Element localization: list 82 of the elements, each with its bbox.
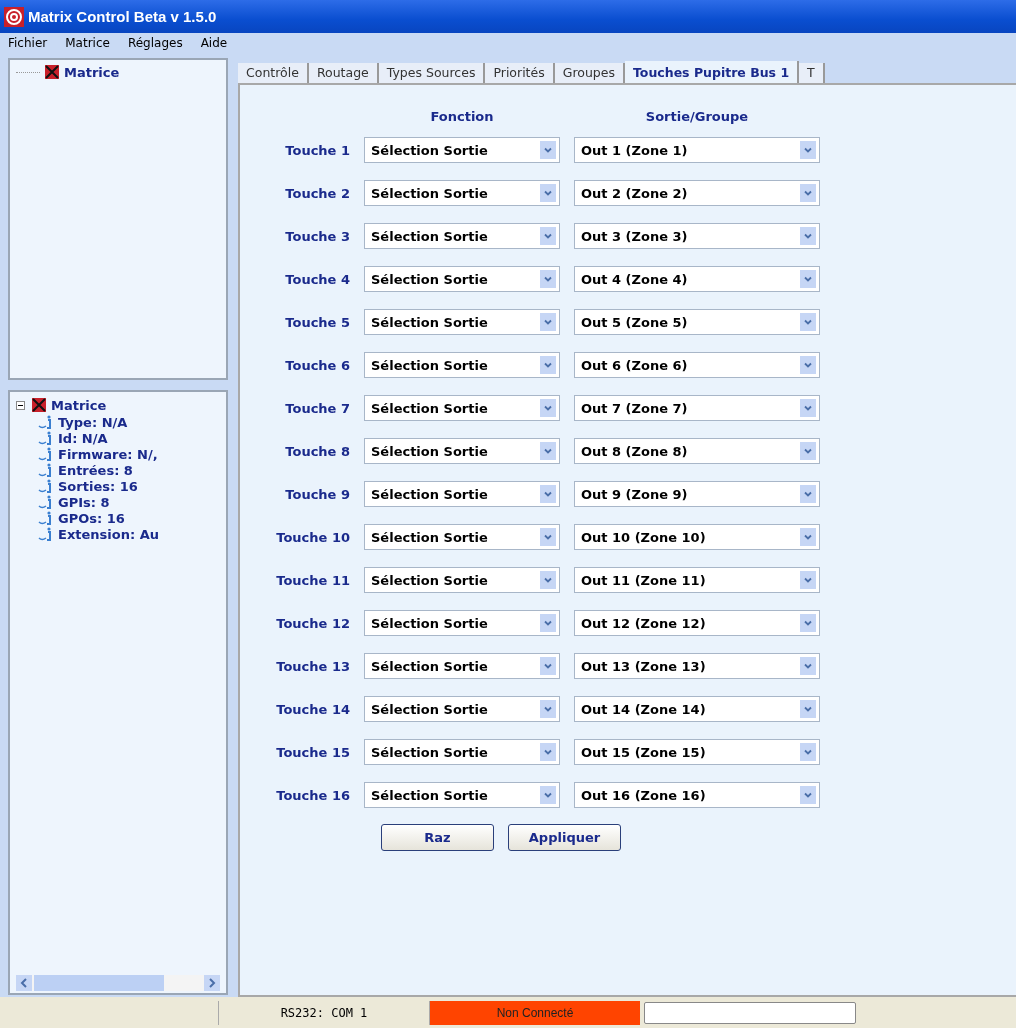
output-dropdown[interactable]: Out 8 (Zone 8) bbox=[574, 438, 820, 464]
action-button[interactable]: Appliquer bbox=[508, 824, 621, 851]
scroll-left-icon[interactable] bbox=[16, 975, 32, 991]
function-dropdown[interactable]: Sélection Sortie bbox=[364, 653, 560, 679]
tab[interactable]: Priorités bbox=[485, 63, 555, 83]
key-label: Touche 11 bbox=[275, 572, 350, 588]
output-dropdown[interactable]: Out 2 (Zone 2) bbox=[574, 180, 820, 206]
key-label: Touche 9 bbox=[284, 486, 350, 502]
function-dropdown[interactable]: Sélection Sortie bbox=[364, 266, 560, 292]
key-label: Touche 16 bbox=[275, 787, 350, 803]
function-dropdown[interactable]: Sélection Sortie bbox=[364, 223, 560, 249]
function-dropdown[interactable]: Sélection Sortie bbox=[364, 438, 560, 464]
key-label: Touche 3 bbox=[284, 228, 350, 244]
key-label: Touche 2 bbox=[284, 185, 350, 201]
function-dropdown[interactable]: Sélection Sortie bbox=[364, 352, 560, 378]
key-label: Touche 4 bbox=[284, 271, 350, 287]
tree-item[interactable]: Id: N/A bbox=[58, 430, 108, 446]
tab[interactable]: T bbox=[799, 63, 825, 83]
key-label: Touche 15 bbox=[275, 744, 350, 760]
menu-item[interactable]: Réglages bbox=[127, 36, 183, 50]
output-dropdown[interactable]: Out 5 (Zone 5) bbox=[574, 309, 820, 335]
key-label: Touche 13 bbox=[275, 658, 350, 674]
key-label: Touche 6 bbox=[284, 357, 350, 373]
key-label: Touche 14 bbox=[275, 701, 350, 717]
function-dropdown[interactable]: Sélection Sortie bbox=[364, 739, 560, 765]
horizontal-scrollbar[interactable] bbox=[16, 975, 220, 991]
action-button[interactable]: Raz bbox=[381, 824, 494, 851]
function-dropdown[interactable]: Sélection Sortie bbox=[364, 610, 560, 636]
function-dropdown[interactable]: Sélection Sortie bbox=[364, 309, 560, 335]
scroll-right-icon[interactable] bbox=[204, 975, 220, 991]
collapse-icon[interactable] bbox=[16, 400, 25, 410]
tree-item[interactable]: Firmware: N/, bbox=[58, 446, 158, 462]
output-dropdown[interactable]: Out 16 (Zone 16) bbox=[574, 782, 820, 808]
function-dropdown[interactable]: Sélection Sortie bbox=[364, 524, 560, 550]
tree-item[interactable]: Extension: Au bbox=[58, 526, 159, 542]
output-dropdown[interactable]: Out 10 (Zone 10) bbox=[574, 524, 820, 550]
tab[interactable]: Contrôle bbox=[238, 63, 309, 83]
crossed-device-icon bbox=[31, 397, 47, 413]
tree-item[interactable]: Sorties: 16 bbox=[58, 478, 138, 494]
key-label: Touche 5 bbox=[284, 314, 350, 330]
output-dropdown[interactable]: Out 3 (Zone 3) bbox=[574, 223, 820, 249]
key-label: Touche 10 bbox=[275, 529, 350, 545]
output-dropdown[interactable]: Out 4 (Zone 4) bbox=[574, 266, 820, 292]
menu-item[interactable]: Aide bbox=[200, 36, 228, 50]
key-label: Touche 7 bbox=[284, 400, 350, 416]
app-logo-icon bbox=[4, 6, 24, 27]
output-dropdown[interactable]: Out 9 (Zone 9) bbox=[574, 481, 820, 507]
column-header: Sortie/Groupe bbox=[644, 109, 750, 124]
tree-item[interactable]: GPIs: 8 bbox=[58, 494, 110, 510]
tree-item[interactable]: Type: N/A bbox=[58, 414, 128, 430]
output-dropdown[interactable]: Out 7 (Zone 7) bbox=[574, 395, 820, 421]
output-dropdown[interactable]: Out 6 (Zone 6) bbox=[574, 352, 820, 378]
function-dropdown[interactable]: Sélection Sortie bbox=[364, 137, 560, 163]
function-dropdown[interactable]: Sélection Sortie bbox=[364, 395, 560, 421]
tree-item[interactable]: Matrice bbox=[64, 64, 120, 80]
column-header: Fonction bbox=[429, 109, 495, 124]
function-dropdown[interactable]: Sélection Sortie bbox=[364, 696, 560, 722]
output-dropdown[interactable]: Out 13 (Zone 13) bbox=[574, 653, 820, 679]
key-label: Touche 1 bbox=[284, 142, 350, 158]
crossed-device-icon bbox=[44, 64, 60, 80]
output-dropdown[interactable]: Out 14 (Zone 14) bbox=[574, 696, 820, 722]
key-label: Touche 12 bbox=[275, 615, 350, 631]
tree-item[interactable]: Entrées: 8 bbox=[58, 462, 133, 478]
menu-item[interactable]: Fichier bbox=[8, 36, 48, 50]
tab[interactable]: Groupes bbox=[554, 63, 625, 83]
function-dropdown[interactable]: Sélection Sortie bbox=[364, 782, 560, 808]
connection-status: Non Connecté bbox=[430, 1000, 640, 1025]
tab[interactable]: Routage bbox=[308, 63, 379, 83]
output-dropdown[interactable]: Out 1 (Zone 1) bbox=[574, 137, 820, 163]
tree-item[interactable]: Matrice bbox=[51, 397, 107, 413]
function-dropdown[interactable]: Sélection Sortie bbox=[364, 481, 560, 507]
output-dropdown[interactable]: Out 12 (Zone 12) bbox=[574, 610, 820, 636]
output-dropdown[interactable]: Out 11 (Zone 11) bbox=[574, 567, 820, 593]
menu-item[interactable]: Matrice bbox=[65, 36, 110, 50]
key-label: Touche 8 bbox=[284, 443, 350, 459]
function-dropdown[interactable]: Sélection Sortie bbox=[364, 180, 560, 206]
output-dropdown[interactable]: Out 15 (Zone 15) bbox=[574, 739, 820, 765]
function-dropdown[interactable]: Sélection Sortie bbox=[364, 567, 560, 593]
tab[interactable]: Types Sources bbox=[378, 63, 486, 83]
tree-item[interactable]: GPOs: 16 bbox=[58, 510, 125, 526]
tab[interactable]: Touches Pupitre Bus 1 bbox=[625, 61, 800, 83]
window-title: Matrix Control Beta v 1.5.0 bbox=[28, 8, 217, 25]
